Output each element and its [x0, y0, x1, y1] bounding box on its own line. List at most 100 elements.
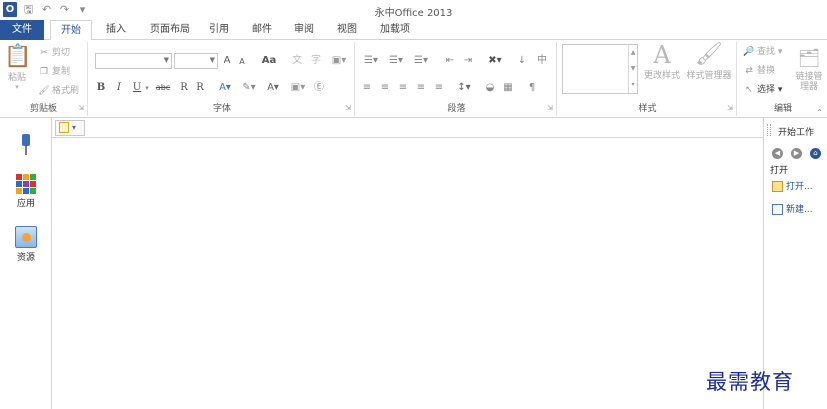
pinyin-icon[interactable]: 中	[535, 53, 549, 69]
tab-references[interactable]: 引用	[207, 20, 231, 40]
shading-icon[interactable]: ◒	[483, 80, 497, 96]
sort-icon[interactable]: ↓	[515, 53, 529, 69]
enclose-char-icon[interactable]: Ⓔ	[312, 80, 326, 96]
task-pane-title: 开始工作	[778, 128, 815, 138]
increase-indent-icon[interactable]: ⇥	[461, 53, 475, 69]
gallery-scrollbar[interactable]: ▲ ▼ ▾	[628, 45, 637, 93]
clear-format-icon[interactable]: 字	[309, 53, 323, 69]
back-icon[interactable]: ◀	[772, 148, 783, 159]
decrease-indent-icon[interactable]: ⇤	[443, 53, 457, 69]
styles-group: ▲ ▼ ▾ A 更改样式 🖌 样式管理器 样式 ⇲	[559, 42, 737, 116]
style-gallery[interactable]: ▲ ▼ ▾	[562, 44, 638, 94]
forward-icon[interactable]: ▶	[791, 148, 802, 159]
highlight-icon[interactable]: ✎▾	[240, 80, 258, 96]
clipboard-launcher-icon[interactable]: ⇲	[78, 104, 84, 112]
strikethrough-button[interactable]: abc	[153, 80, 173, 96]
pin-icon	[16, 132, 36, 156]
change-styles-button[interactable]: A 更改样式	[641, 42, 683, 81]
collapse-ribbon-icon[interactable]: ⌃	[816, 108, 823, 117]
find-button[interactable]: 🔎 查找 ▾	[743, 45, 782, 59]
change-case-button[interactable]: Aa	[258, 53, 280, 69]
style-manager-button[interactable]: 🖌 样式管理器	[683, 42, 735, 81]
paste-button[interactable]: 📋 粘贴 ▾	[4, 44, 31, 91]
distribute-icon[interactable]: ≡	[432, 80, 446, 96]
style-manager-label: 样式管理器	[686, 71, 732, 81]
subscript-button[interactable]: R	[178, 80, 190, 96]
multilevel-list-icon[interactable]: ☰▾	[410, 53, 432, 69]
justify-icon[interactable]: ≡	[414, 80, 428, 96]
underline-dropdown-icon[interactable]: ▾	[143, 80, 151, 96]
paragraph-group-label: 段落	[447, 104, 466, 114]
format-painter-button[interactable]: 🖌 格式刷	[38, 84, 79, 98]
binoculars-icon: 🔎	[743, 47, 755, 57]
superscript-button[interactable]: R	[194, 80, 206, 96]
underline-button[interactable]: U	[132, 80, 142, 96]
show-marks-button[interactable]: ¶	[525, 80, 539, 96]
styles-launcher-icon[interactable]: ⇲	[727, 104, 733, 112]
line-spacing-icon[interactable]: ↕▾	[453, 80, 475, 96]
cut-button[interactable]: ✂ 剪切	[38, 46, 70, 60]
home-icon[interactable]: ⌂	[810, 148, 821, 159]
change-styles-label: 更改样式	[643, 71, 680, 81]
asian-layout-icon[interactable]: ✖▾	[484, 53, 506, 69]
bold-button[interactable]: B	[96, 80, 106, 96]
borders-icon[interactable]: ▦	[501, 80, 515, 96]
document-area[interactable]	[52, 139, 763, 409]
title-bar: O 🖫 ↶ ↷ ▾ 永中Office 2013	[0, 0, 827, 20]
left-item-resources[interactable]: 资源	[0, 226, 52, 263]
tab-page-layout[interactable]: 页面布局	[146, 20, 194, 40]
align-center-icon[interactable]: ≡	[378, 80, 392, 96]
phonetic-guide-icon[interactable]: 文	[290, 53, 304, 69]
style-manager-icon: 🖌	[695, 42, 723, 67]
open-section-heading: 打开	[770, 166, 789, 176]
select-button[interactable]: ↖ 选择 ▾	[743, 83, 782, 97]
document-icon	[59, 122, 69, 133]
text-effect-icon[interactable]: A▾	[216, 80, 234, 96]
scissors-icon: ✂	[40, 48, 48, 58]
tab-file[interactable]: 文件	[0, 20, 44, 40]
tab-review[interactable]: 审阅	[292, 20, 316, 40]
shrink-font-button[interactable]: A	[236, 54, 248, 70]
copy-label: 复制	[52, 67, 71, 77]
bullets-icon[interactable]: ☰▾	[360, 53, 382, 69]
align-left-icon[interactable]: ≡	[360, 80, 374, 96]
select-label: 选择	[757, 85, 776, 95]
font-name-combo[interactable]: ▼	[95, 53, 172, 69]
new-document-dropdown[interactable]: ▾	[55, 120, 85, 136]
watermark: 最需教育	[706, 370, 794, 394]
font-launcher-icon[interactable]: ⇲	[345, 104, 351, 112]
change-styles-icon: A	[653, 41, 671, 69]
copy-button[interactable]: ❐ 复制	[38, 65, 70, 79]
styles-group-label: 样式	[638, 104, 657, 114]
open-link[interactable]: 打开...	[772, 179, 813, 192]
char-shading-icon[interactable]: ▣▾	[288, 80, 308, 96]
editing-group: 🔎 查找 ▾ ⇄ 替换 ↖ 选择 ▾ 🗂 链接管理器 编辑	[739, 42, 827, 116]
align-right-icon[interactable]: ≡	[396, 80, 410, 96]
find-label: 查找	[757, 47, 776, 57]
tab-home[interactable]: 开始	[50, 20, 92, 41]
italic-button[interactable]: I	[114, 80, 124, 96]
left-item-apps[interactable]: 应用	[0, 174, 52, 209]
font-size-combo[interactable]: ▼	[174, 53, 218, 69]
resources-icon	[15, 226, 37, 248]
tab-view[interactable]: 视图	[335, 20, 359, 40]
ribbon: 📋 粘贴 ▾ ✂ 剪切 ❐ 复制 🖌 格式刷 剪贴板 ⇲ ▼ ▼ A A Aa 文 字…	[0, 40, 827, 118]
paste-dropdown-icon[interactable]: ▾	[4, 83, 30, 91]
pin-button[interactable]	[0, 132, 52, 156]
paragraph-launcher-icon[interactable]: ⇲	[547, 104, 553, 112]
char-border-icon[interactable]: ▣▾	[328, 53, 350, 69]
copy-icon: ❐	[39, 67, 49, 77]
font-color-icon[interactable]: A▾	[264, 80, 282, 96]
new-link[interactable]: 新建...	[772, 202, 813, 215]
link-manager-button[interactable]: 🗂 链接管理器	[793, 46, 825, 92]
grow-font-button[interactable]: A	[221, 53, 233, 69]
numbering-icon[interactable]: ☰▾	[385, 53, 407, 69]
tab-addins[interactable]: 加载项	[377, 20, 413, 40]
font-group: ▼ ▼ A A Aa 文 字 ▣▾ B I U ▾ abc R R A▾ ✎▾ …	[90, 42, 355, 116]
replace-icon: ⇄	[745, 66, 753, 76]
tab-insert[interactable]: 插入	[104, 20, 128, 40]
pane-grip-icon[interactable]	[767, 124, 771, 136]
editing-group-label: 编辑	[773, 104, 792, 114]
replace-button[interactable]: ⇄ 替换	[743, 64, 775, 78]
tab-mailings[interactable]: 邮件	[250, 20, 274, 40]
